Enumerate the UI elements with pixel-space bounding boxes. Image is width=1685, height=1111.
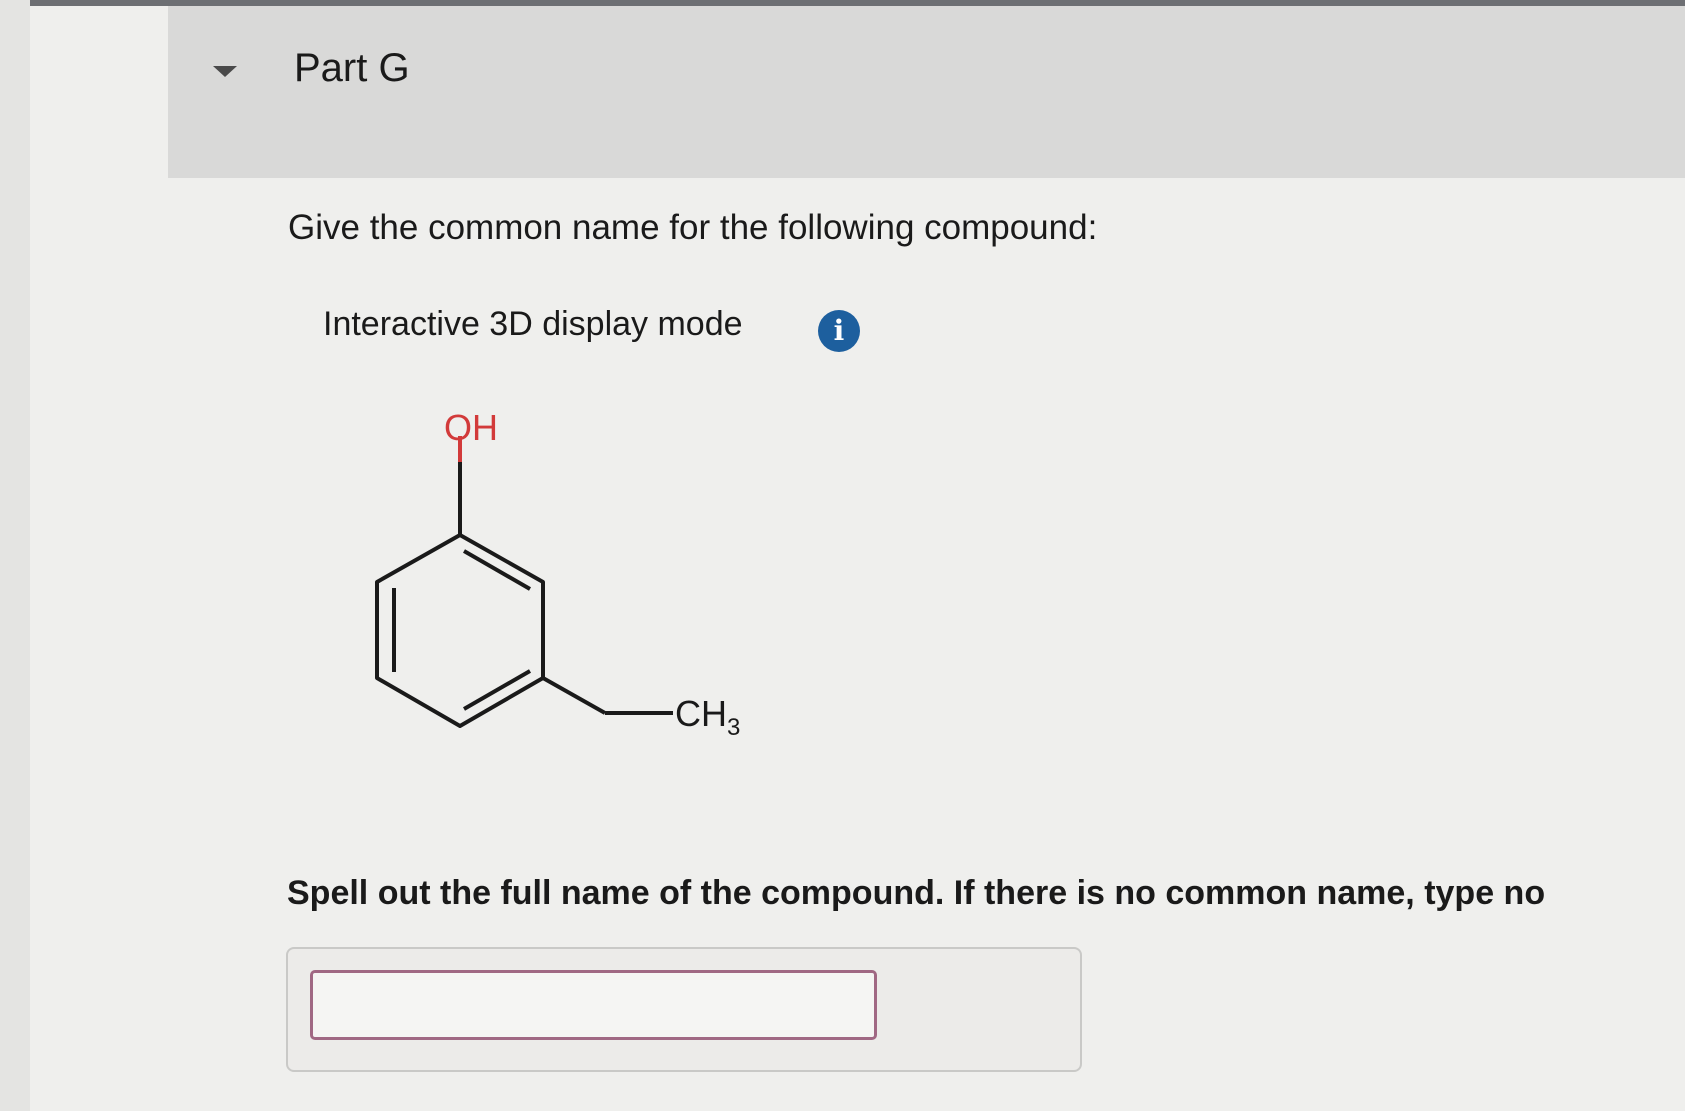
molecule-structure: OH CH3	[375, 410, 740, 741]
left-margin	[0, 0, 30, 1111]
part-header[interactable]	[168, 6, 1685, 178]
part-title: Part G	[294, 46, 410, 90]
methyl-subscript: 3	[727, 714, 740, 741]
info-icon[interactable]: i	[818, 310, 860, 352]
benzene-ring	[375, 533, 545, 728]
methyl-bond	[542, 676, 606, 715]
answer-instruction: Spell out the full name of the compound.…	[287, 874, 1546, 912]
collapse-caret-icon[interactable]	[213, 66, 237, 77]
display-mode-label[interactable]: Interactive 3D display mode	[323, 305, 743, 344]
question-prompt: Give the common name for the following c…	[288, 208, 1098, 247]
hydroxyl-label: OH	[444, 410, 498, 448]
answer-input[interactable]	[310, 970, 877, 1040]
methyl-label: CH3	[675, 693, 740, 741]
